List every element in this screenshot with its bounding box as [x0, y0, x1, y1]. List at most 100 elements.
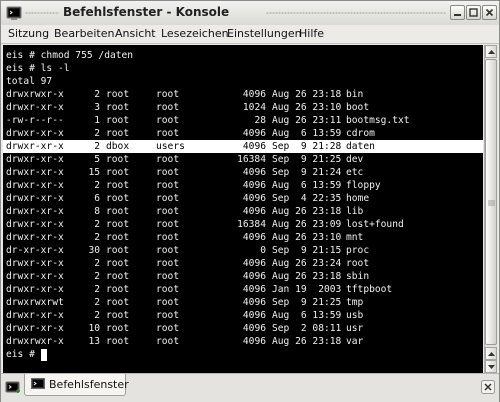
listing-size: 4096: [242, 206, 266, 217]
arrow-up-icon: [488, 50, 495, 54]
listing-date: Aug 26 23:24: [272, 258, 342, 269]
listing-name: tmp: [346, 297, 364, 308]
menu-sitzung[interactable]: Sitzung: [8, 27, 49, 40]
listing-perm: drwxr-xr-x: [6, 219, 64, 230]
listing-row: drwxr-xr-x 2 root root 4096 Aug 26 23:18 sbin: [6, 270, 476, 283]
window-title: Befehlsfenster - Konsole: [63, 5, 230, 19]
listing-size: 4096: [242, 128, 266, 139]
listing-group: root: [156, 284, 180, 295]
maximize-button[interactable]: [466, 5, 481, 20]
listing-group: root: [156, 89, 180, 100]
scroll-down-button[interactable]: [485, 360, 497, 373]
listing-date: Sep 9 21:28: [272, 141, 342, 152]
listing-group: root: [156, 154, 180, 165]
title-grip-right: [266, 12, 446, 14]
arrow-down-icon: [488, 365, 495, 369]
listing-name: daten: [346, 141, 375, 152]
tab-label: Befehlsfenster: [49, 378, 129, 391]
listing-group: root: [156, 323, 180, 334]
listing-group: root: [156, 206, 180, 217]
scroll-up-button-lower[interactable]: [485, 347, 497, 360]
listing-perm: drwxr-xr-x: [6, 284, 64, 295]
minimize-icon: [454, 14, 461, 16]
menu-bearbeiten[interactable]: Bearbeiten: [54, 27, 114, 40]
listing-name: cdrom: [346, 128, 375, 139]
listing-date: Aug 26 23:18: [272, 206, 342, 217]
listing-name: tftpboot: [346, 284, 393, 295]
listing-links: 2: [94, 284, 100, 295]
listing-date: Aug 6 13:59: [272, 310, 342, 321]
listing-size: 4096: [242, 89, 266, 100]
listing-date: Sep 4 22:35: [272, 193, 342, 204]
minimize-button[interactable]: [450, 5, 465, 20]
listing-row: drwxr-xr-x 8 root root 4096 Aug 26 23:18 lib: [6, 205, 476, 218]
listing-owner: root: [106, 284, 130, 295]
konsole-app-icon[interactable]: [6, 5, 22, 21]
listing-name: usb: [346, 310, 364, 321]
terminal-line: eis # chmod 755 /daten: [6, 50, 134, 61]
menu-ansicht[interactable]: Ansicht: [115, 27, 156, 40]
listing-owner: root: [106, 271, 130, 282]
listing-row: drwxr-xr-x 15 root root 4096 Sep 9 21:24 etc: [6, 166, 476, 179]
listing-size: 4096: [242, 336, 266, 347]
listing-owner: dbox: [106, 141, 130, 152]
listing-size: 4096: [242, 232, 266, 243]
scroll-up-button[interactable]: [485, 45, 497, 58]
listing-perm: drwxrwxr-x: [6, 336, 64, 347]
listing-name: etc: [346, 167, 364, 178]
listing-group: root: [156, 336, 180, 347]
listing-owner: root: [106, 180, 130, 191]
listing-links: 2: [94, 128, 100, 139]
listing-owner: root: [106, 102, 130, 113]
listing-group: root: [156, 297, 180, 308]
menu-lesezeichen[interactable]: Lesezeichen: [161, 27, 229, 40]
listing-perm: -rw-r--r--: [6, 115, 64, 126]
listing-links: 2: [94, 310, 100, 321]
listing-group: root: [156, 102, 180, 113]
listing-row: -rw-r--r-- 1 root root 28 Aug 26 23:11 bootmsg…: [6, 114, 476, 127]
tab-befehlsfenster[interactable]: Befehlsfenster: [24, 374, 129, 396]
listing-row: drwxr-xr-x 2 root root 4096 Aug 26 23:10 mnt: [6, 231, 476, 244]
close-session-icon[interactable]: [481, 380, 495, 394]
menu-einstellungen[interactable]: Einstellungen: [227, 27, 302, 40]
listing-owner: root: [106, 310, 130, 321]
listing-row: drwxr-xr-x 3 root root 1024 Aug 26 23:10 boot: [6, 101, 476, 114]
listing-group: root: [156, 180, 180, 191]
listing-row: drwxr-xr-x 2 dbox users 4096 Sep 9 21:28 daten: [6, 140, 476, 153]
terminal-line: total 97: [6, 76, 53, 87]
listing-group: root: [156, 219, 180, 230]
scrollbar-thumb[interactable]: [485, 59, 497, 345]
listing-group: users: [156, 141, 185, 152]
listing-size: 4096: [242, 284, 266, 295]
listing-size: 4096: [242, 258, 266, 269]
listing-owner: root: [106, 297, 130, 308]
vertical-scrollbar[interactable]: [484, 45, 497, 373]
listing-owner: root: [106, 167, 130, 178]
menu-hilfe[interactable]: Hilfe: [299, 27, 324, 40]
listing-size: 4096: [242, 193, 266, 204]
listing-date: Sep 2 08:11: [272, 323, 342, 334]
new-session-icon[interactable]: [5, 380, 21, 396]
listing-owner: root: [106, 89, 130, 100]
listing-perm: drwxr-xr-x: [6, 271, 64, 282]
terminal-output[interactable]: eis # chmod 755 /daten eis # ls -l total…: [3, 45, 483, 373]
listing-name: lib: [346, 206, 364, 217]
listing-size: 4096: [242, 141, 266, 152]
listing-date: Aug 26 23:10: [272, 102, 342, 113]
listing-row: drwxr-xr-x 2 root root 4096 Aug 6 13:59 floppy: [6, 179, 476, 192]
listing-perm: drwxr-xr-x: [6, 102, 64, 113]
listing-perm: drwxr-xr-x: [6, 323, 64, 334]
listing-date: Sep 9 21:25: [272, 154, 342, 165]
listing-owner: root: [106, 193, 130, 204]
title-bar[interactable]: Befehlsfenster - Konsole: [1, 1, 499, 26]
listing-date: Jan 19 2003: [272, 284, 342, 295]
listing-owner: root: [106, 245, 130, 256]
listing-date: Sep 9 21:24: [272, 167, 342, 178]
listing-size: 4096: [242, 323, 266, 334]
listing-owner: root: [106, 258, 130, 269]
listing-links: 2: [94, 297, 100, 308]
listing-links: 15: [88, 167, 100, 178]
listing-name: lost+found: [346, 219, 404, 230]
close-button[interactable]: [482, 5, 497, 20]
listing-row: drwxr-xr-x 2 root root 4096 Aug 6 13:59 usb: [6, 309, 476, 322]
